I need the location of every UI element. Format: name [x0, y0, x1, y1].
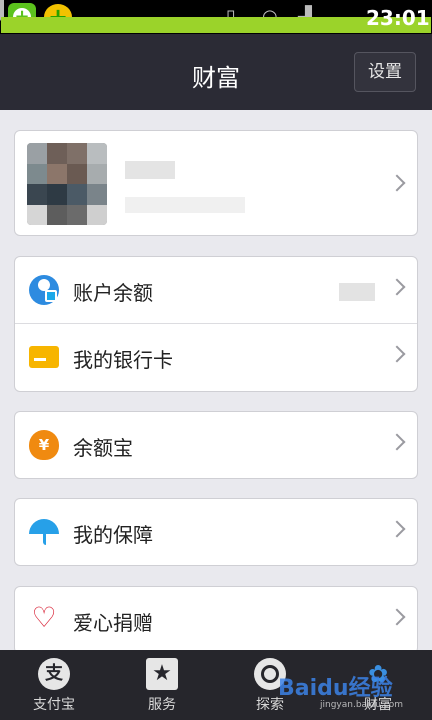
account-balance-label: 账户余额	[73, 281, 153, 305]
donation-label: 爱心捐赠	[73, 611, 153, 635]
alipay-icon: 支	[38, 658, 70, 690]
insurance-label: 我的保障	[73, 523, 153, 547]
chevron-right-icon	[388, 174, 406, 192]
insurance-row[interactable]: 我的保障	[15, 499, 417, 565]
status-bar: ▯ ◠ ▟ 23:01	[0, 0, 432, 34]
tab-label: 财富	[364, 697, 392, 713]
yuebao-row[interactable]: 余额宝	[15, 412, 417, 478]
tab-wealth[interactable]: ✿ 财富	[324, 650, 432, 720]
money-bag-icon	[29, 430, 59, 460]
avatar	[27, 143, 107, 225]
tab-explore[interactable]: 探索	[216, 650, 324, 720]
account-balance-row[interactable]: 账户余额	[15, 257, 417, 323]
yuebao-label: 余额宝	[73, 436, 133, 460]
account-group-card: 账户余额 我的银行卡	[14, 256, 418, 392]
star-icon: ★	[146, 658, 178, 690]
chevron-right-icon	[388, 433, 406, 451]
chevron-right-icon	[388, 608, 406, 626]
user-balance-icon	[29, 275, 59, 305]
profile-name-blurred	[125, 161, 175, 179]
bank-card-label: 我的银行卡	[73, 348, 173, 372]
profile-account-blurred	[125, 197, 245, 213]
tab-bar: 支 支付宝 ★ 服务 探索 ✿ 财富	[0, 650, 432, 720]
battery-icon	[0, 0, 4, 21]
tab-label: 支付宝	[33, 697, 75, 713]
paw-icon: ✿	[367, 660, 389, 688]
donation-card: ♡ 爱心捐赠	[14, 586, 418, 654]
chevron-right-icon	[388, 520, 406, 538]
tab-label: 探索	[256, 697, 284, 713]
settings-button[interactable]: 设置	[354, 52, 416, 92]
nav-bar: 财富 设置	[0, 34, 432, 110]
balance-value-blurred	[339, 283, 375, 301]
heart-icon: ♡	[31, 601, 57, 634]
status-time: 23:01	[366, 6, 430, 30]
donation-row[interactable]: ♡ 爱心捐赠	[15, 587, 417, 653]
tab-service[interactable]: ★ 服务	[108, 650, 216, 720]
umbrella-icon	[29, 517, 59, 547]
tab-label: 服务	[148, 697, 176, 713]
bank-card-row[interactable]: 我的银行卡	[15, 323, 417, 392]
globe-icon	[254, 658, 286, 690]
tab-alipay[interactable]: 支 支付宝	[0, 650, 108, 720]
bank-card-icon	[29, 346, 59, 368]
yuebao-card: 余额宝	[14, 411, 418, 479]
profile-card[interactable]	[14, 130, 418, 236]
insurance-card: 我的保障	[14, 498, 418, 566]
chevron-right-icon	[388, 345, 406, 363]
chevron-right-icon	[388, 278, 406, 296]
